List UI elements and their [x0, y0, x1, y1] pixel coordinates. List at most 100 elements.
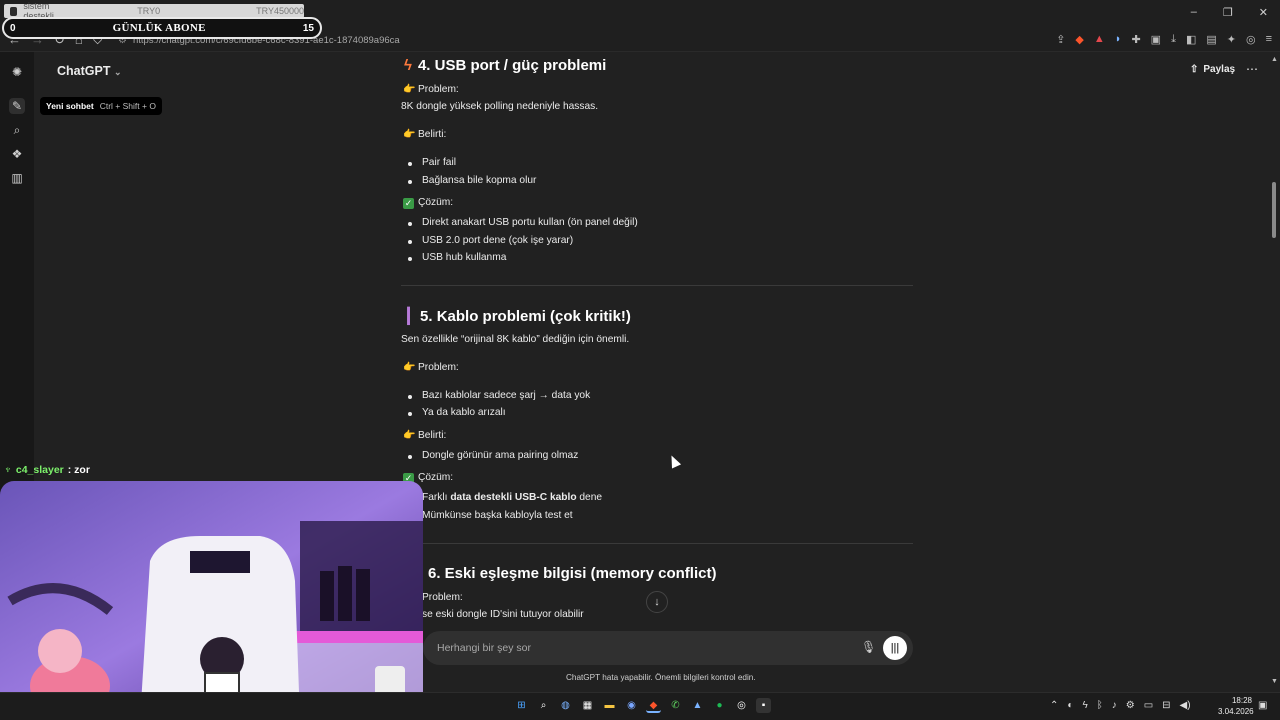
spotify-icon[interactable]: ●: [712, 698, 727, 713]
wallet-icon[interactable]: ▤: [1206, 33, 1216, 46]
extensions-icon[interactable]: ✚: [1131, 33, 1140, 46]
display-icon[interactable]: ▭: [1144, 700, 1153, 711]
chevron-down-icon: ⌄: [113, 67, 122, 77]
new-chat-icon[interactable]: ✎: [9, 98, 25, 114]
microphone-icon[interactable]: ♪: [1112, 700, 1117, 711]
tooltip-label: Yeni sohbet: [46, 101, 94, 111]
network-icon[interactable]: ⊟: [1162, 700, 1170, 711]
brave-browser-icon[interactable]: ◆: [646, 698, 661, 713]
tray-app-icon[interactable]: ⚙: [1126, 700, 1135, 711]
discord-icon[interactable]: ◉: [624, 698, 639, 713]
stream-chat-message: ♆ c4_slayer : zor: [4, 464, 90, 476]
tray-app-icon[interactable]: ϟ: [1082, 700, 1087, 711]
pointing-hand-icon: 👉: [403, 84, 416, 95]
extension-icons: ⇪ ◆ ▲ ◗ ✚ ▣ ⤓ ◧ ▤ ✦ ◎ ≡: [1056, 33, 1272, 46]
file-explorer-icon[interactable]: ▬: [602, 698, 617, 713]
bluetooth-icon[interactable]: ᛒ: [1097, 700, 1103, 711]
more-options-icon[interactable]: ⋯: [1246, 62, 1258, 76]
list-item: Ya da kablo arızalı: [401, 407, 506, 418]
checkmark-icon: ✓: [403, 198, 414, 209]
images-icon[interactable]: ❖: [9, 146, 25, 162]
pointing-hand-icon: 👉: [403, 129, 416, 140]
search-icon[interactable]: ⌕: [536, 698, 551, 713]
tray-overflow-icon[interactable]: ⌃: [1050, 700, 1058, 711]
cable-icon: ┃: [404, 308, 414, 325]
scroll-up-arrow-icon[interactable]: ▲: [1271, 56, 1278, 63]
chat-message-text: : zor: [67, 464, 90, 476]
tooltip-shortcut: Ctrl + Shift + O: [99, 101, 156, 111]
new-chat-tooltip: Yeni sohbet Ctrl + Shift + O: [40, 97, 162, 115]
list-item: Bağlansa bile kopma olur: [401, 175, 536, 186]
section-5-heading: ┃ 5. Kablo problemi (çok kritik!): [404, 308, 631, 325]
windows-taskbar: ⊞ ⌕ ◍ ▦ ▬ ◉ ◆ ✆ ▲ ● ◎ ▪ ⌃ ◐ ϟ ᛒ ♪ ⚙ ▭ ⊟ …: [0, 692, 1280, 720]
library-icon[interactable]: ▥: [9, 170, 25, 186]
subs-label: GÜNLÜK ABONE: [112, 22, 206, 34]
lightning-icon: ϟ: [404, 57, 412, 74]
tab-label-3: TRY450000: [256, 6, 304, 16]
voice-mode-button[interactable]: |||: [883, 636, 907, 660]
close-button[interactable]: ✕: [1259, 6, 1268, 19]
chat-badge-icon: ♆: [4, 464, 12, 476]
webcam-overlay: [0, 481, 423, 720]
list-item: Direkt anakart USB portu kullan (ön pane…: [401, 217, 638, 228]
list-item: Pair fail: [401, 157, 456, 168]
window-controls: – ❐ ✕: [1191, 6, 1268, 19]
microphone-icon[interactable]: 🎙: [861, 640, 876, 654]
notifications-icon[interactable]: ▣: [1258, 700, 1267, 711]
leo-icon[interactable]: ✦: [1227, 33, 1236, 46]
share-page-icon[interactable]: ⇪: [1056, 33, 1065, 46]
menu-icon[interactable]: ≡: [1266, 33, 1272, 46]
share-button[interactable]: ⇧ Paylaş: [1190, 64, 1235, 75]
taskbar-clock[interactable]: 18:28 3.04.2026: [1218, 695, 1254, 717]
search-icon[interactable]: ⌕: [9, 122, 25, 138]
tab-favicon-icon: [10, 6, 18, 16]
photos-icon[interactable]: ▲: [690, 698, 705, 713]
tray-app-icon[interactable]: ◐: [1067, 700, 1073, 711]
list-item: Mümkünse başka kabloyla test et: [401, 510, 573, 521]
task-view-icon[interactable]: ▦: [580, 698, 595, 713]
prompt-composer[interactable]: Herhangi bir şey sor 🎙 |||: [423, 631, 913, 665]
volume-icon[interactable]: ◀): [1180, 700, 1191, 711]
model-selector[interactable]: ChatGPT ⌄: [57, 64, 122, 78]
tab-label-2: TRY0: [137, 6, 161, 16]
openai-logo-icon[interactable]: ✺: [9, 64, 25, 80]
list-item: Bazı kablolar sadece şarj → data yok: [401, 390, 590, 401]
widgets-icon[interactable]: ◍: [558, 698, 573, 713]
list-item: Farklı data destekli USB-C kablo dene: [401, 492, 602, 503]
s5-symptom-label: 👉 Belirti:: [403, 430, 447, 441]
maximize-button[interactable]: ❐: [1223, 6, 1233, 19]
s4-symptom-label: 👉 Belirti:: [403, 129, 447, 140]
chat-username: c4_slayer: [15, 464, 64, 476]
scroll-to-bottom-button[interactable]: ↓: [646, 591, 668, 613]
windows-start-icon[interactable]: ⊞: [514, 698, 529, 713]
scrollbar-thumb[interactable]: [1272, 182, 1276, 238]
s4-solution-label: ✓ Çözüm:: [403, 197, 454, 209]
clock-date: 3.04.2026: [1218, 707, 1254, 716]
whatsapp-icon[interactable]: ✆: [668, 698, 683, 713]
share-icon: ⇧: [1190, 64, 1199, 75]
list-item: USB hub kullanma: [401, 252, 506, 263]
obs-icon[interactable]: ◎: [734, 698, 749, 713]
sidebar-toggle-icon[interactable]: ◧: [1186, 33, 1196, 46]
subs-left-count: 0: [10, 22, 16, 34]
browser-tab[interactable]: sistem destekli TRY0 TRY450000: [4, 1, 304, 21]
model-name: ChatGPT: [57, 64, 111, 78]
minimize-button[interactable]: –: [1191, 6, 1197, 19]
section-4-heading: ϟ 4. USB port / güç problemi: [404, 57, 607, 74]
arrow-down-icon: ↓: [654, 596, 660, 608]
s5-intro: Sen özellikle “orijinal 8K kablo” dediği…: [401, 334, 630, 345]
prompt-input[interactable]: Herhangi bir şey sor: [437, 642, 531, 654]
system-tray: ⌃ ◐ ϟ ᛒ ♪ ⚙ ▭ ⊟ ◀): [1050, 700, 1191, 711]
brave-shields-icon[interactable]: ◆: [1075, 33, 1083, 46]
terminal-icon[interactable]: ▪: [756, 698, 771, 713]
s6-problem-text: se eski dongle ID'sini tutuyor olabilir: [422, 609, 584, 620]
brave-rewards-icon[interactable]: ▲: [1094, 33, 1105, 46]
read-aloud-icon[interactable]: ◗: [1115, 33, 1122, 46]
download-icon[interactable]: ⤓: [1171, 33, 1176, 46]
scroll-down-arrow-icon[interactable]: ▼: [1271, 678, 1278, 685]
s6-problem-label: Problem:: [422, 592, 463, 603]
vpn-icon[interactable]: ◎: [1246, 33, 1256, 46]
disclaimer-text: ChatGPT hata yapabilir. Önemli bilgileri…: [566, 673, 756, 682]
screenshot-icon[interactable]: ▣: [1151, 33, 1161, 46]
pointing-hand-icon: 👉: [403, 362, 416, 373]
